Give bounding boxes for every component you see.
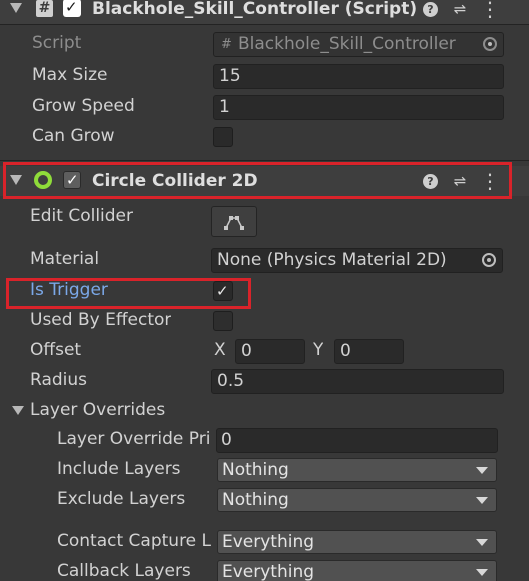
contact-capture-layers-row: Contact Capture L Everything [0,528,529,556]
divider [0,160,529,161]
max-size-label: Max Size [32,65,108,85]
grow-speed-input[interactable]: 1 [213,95,504,120]
contact-capture-layers-dropdown[interactable]: Everything [217,530,497,554]
used-by-effector-label: Used By Effector [30,310,172,330]
kebab-menu-icon[interactable]: ⋮ [480,0,500,19]
inspector-panel: # ✓ Blackhole_Skill_Controller (Script) … [0,0,529,581]
chevron-down-icon [476,467,488,474]
script-value: Blackhole_Skill_Controller [238,34,456,54]
edit-collider-button[interactable] [211,206,257,237]
callback-layers-label: Callback Layers [57,561,191,581]
is-trigger-label: Is Trigger [30,280,108,300]
edit-collider-row: Edit Collider [0,203,529,239]
chevron-down-icon [476,497,488,504]
can-grow-label: Can Grow [32,126,115,146]
script-enabled-toggle[interactable]: ✓ [63,0,81,17]
radius-input[interactable]: 0.5 [211,369,504,394]
is-trigger-row: Is Trigger ✓ [0,277,529,305]
circle-collider-title: Circle Collider 2D [92,171,258,191]
foldout-arrow-icon[interactable] [10,175,22,185]
include-layers-dropdown[interactable]: Nothing [217,458,497,482]
include-layers-value: Nothing [222,460,289,480]
script-label: Script [32,33,82,53]
exclude-layers-value: Nothing [222,490,289,510]
script-component-header[interactable]: # ✓ Blackhole_Skill_Controller (Script) … [0,0,529,24]
offset-label: Offset [30,340,82,360]
check-icon: ✓ [216,282,229,300]
can-grow-checkbox[interactable] [213,127,233,147]
max-size-input[interactable]: 15 [213,64,504,89]
radius-label: Radius [30,370,88,390]
offset-x-input[interactable]: 0 [235,339,305,364]
can-grow-row: Can Grow [0,123,529,151]
material-row: Material None (Physics Material 2D) [0,246,529,274]
offset-x-label: X [214,340,226,360]
contact-capture-layers-label: Contact Capture L [57,531,212,551]
layer-overrides-foldout[interactable]: Layer Overrides [0,397,529,425]
material-object-field[interactable]: None (Physics Material 2D) [211,248,503,273]
radius-row: Radius 0.5 [0,367,529,395]
check-icon: ✓ [66,171,79,189]
is-trigger-checkbox[interactable]: ✓ [213,281,233,301]
grow-speed-label: Grow Speed [32,96,135,116]
script-file-icon: # [221,37,232,52]
callback-layers-row: Callback Layers Everything [0,558,529,581]
offset-row: Offset X 0 Y 0 [0,337,529,365]
layer-override-priority-row: Layer Override Pri 0 [0,426,529,454]
callback-layers-value: Everything [222,562,315,581]
kebab-menu-icon[interactable]: ⋮ [480,171,500,191]
chevron-down-icon [476,569,488,576]
foldout-arrow-icon[interactable] [12,406,24,415]
include-layers-label: Include Layers [57,459,181,479]
layer-override-priority-input[interactable]: 0 [216,428,498,453]
include-layers-row: Include Layers Nothing [0,456,529,484]
object-picker-icon [483,37,497,51]
layer-override-priority-label: Layer Override Pri [57,429,211,449]
exclude-layers-dropdown[interactable]: Nothing [217,488,497,512]
script-row: Script # Blackhole_Skill_Controller [0,30,529,58]
collider-enabled-toggle[interactable]: ✓ [63,171,81,189]
offset-y-label: Y [313,340,324,360]
circle-collider-header[interactable]: ✓ Circle Collider 2D ? ⇌ ⋮ [0,166,529,196]
preset-icon[interactable]: ⇌ [450,0,470,19]
script-component-title: Blackhole_Skill_Controller (Script) [92,0,418,19]
offset-y-input[interactable]: 0 [334,339,404,364]
callback-layers-dropdown[interactable]: Everything [217,560,497,581]
foldout-arrow-icon[interactable] [10,3,22,13]
hash-script-icon: # [36,0,53,17]
script-object-field: # Blackhole_Skill_Controller [213,32,504,57]
used-by-effector-checkbox[interactable] [213,311,233,331]
material-label: Material [30,249,100,269]
help-icon[interactable]: ? [423,174,438,189]
contact-capture-layers-value: Everything [222,532,315,552]
edit-shape-icon [224,216,244,230]
preset-icon[interactable]: ⇌ [450,171,470,191]
object-picker-icon[interactable] [482,253,496,267]
grow-speed-row: Grow Speed 1 [0,93,529,121]
help-icon[interactable]: ? [423,2,438,17]
used-by-effector-row: Used By Effector [0,307,529,335]
edit-collider-label: Edit Collider [30,206,134,226]
divider [0,24,529,25]
chevron-down-icon [476,539,488,546]
exclude-layers-row: Exclude Layers Nothing [0,486,529,514]
circle-collider-icon [34,171,52,189]
max-size-row: Max Size 15 [0,62,529,90]
check-icon: ✓ [65,0,78,16]
material-value: None (Physics Material 2D) [217,250,447,270]
layer-overrides-label: Layer Overrides [30,400,166,420]
exclude-layers-label: Exclude Layers [57,489,186,509]
